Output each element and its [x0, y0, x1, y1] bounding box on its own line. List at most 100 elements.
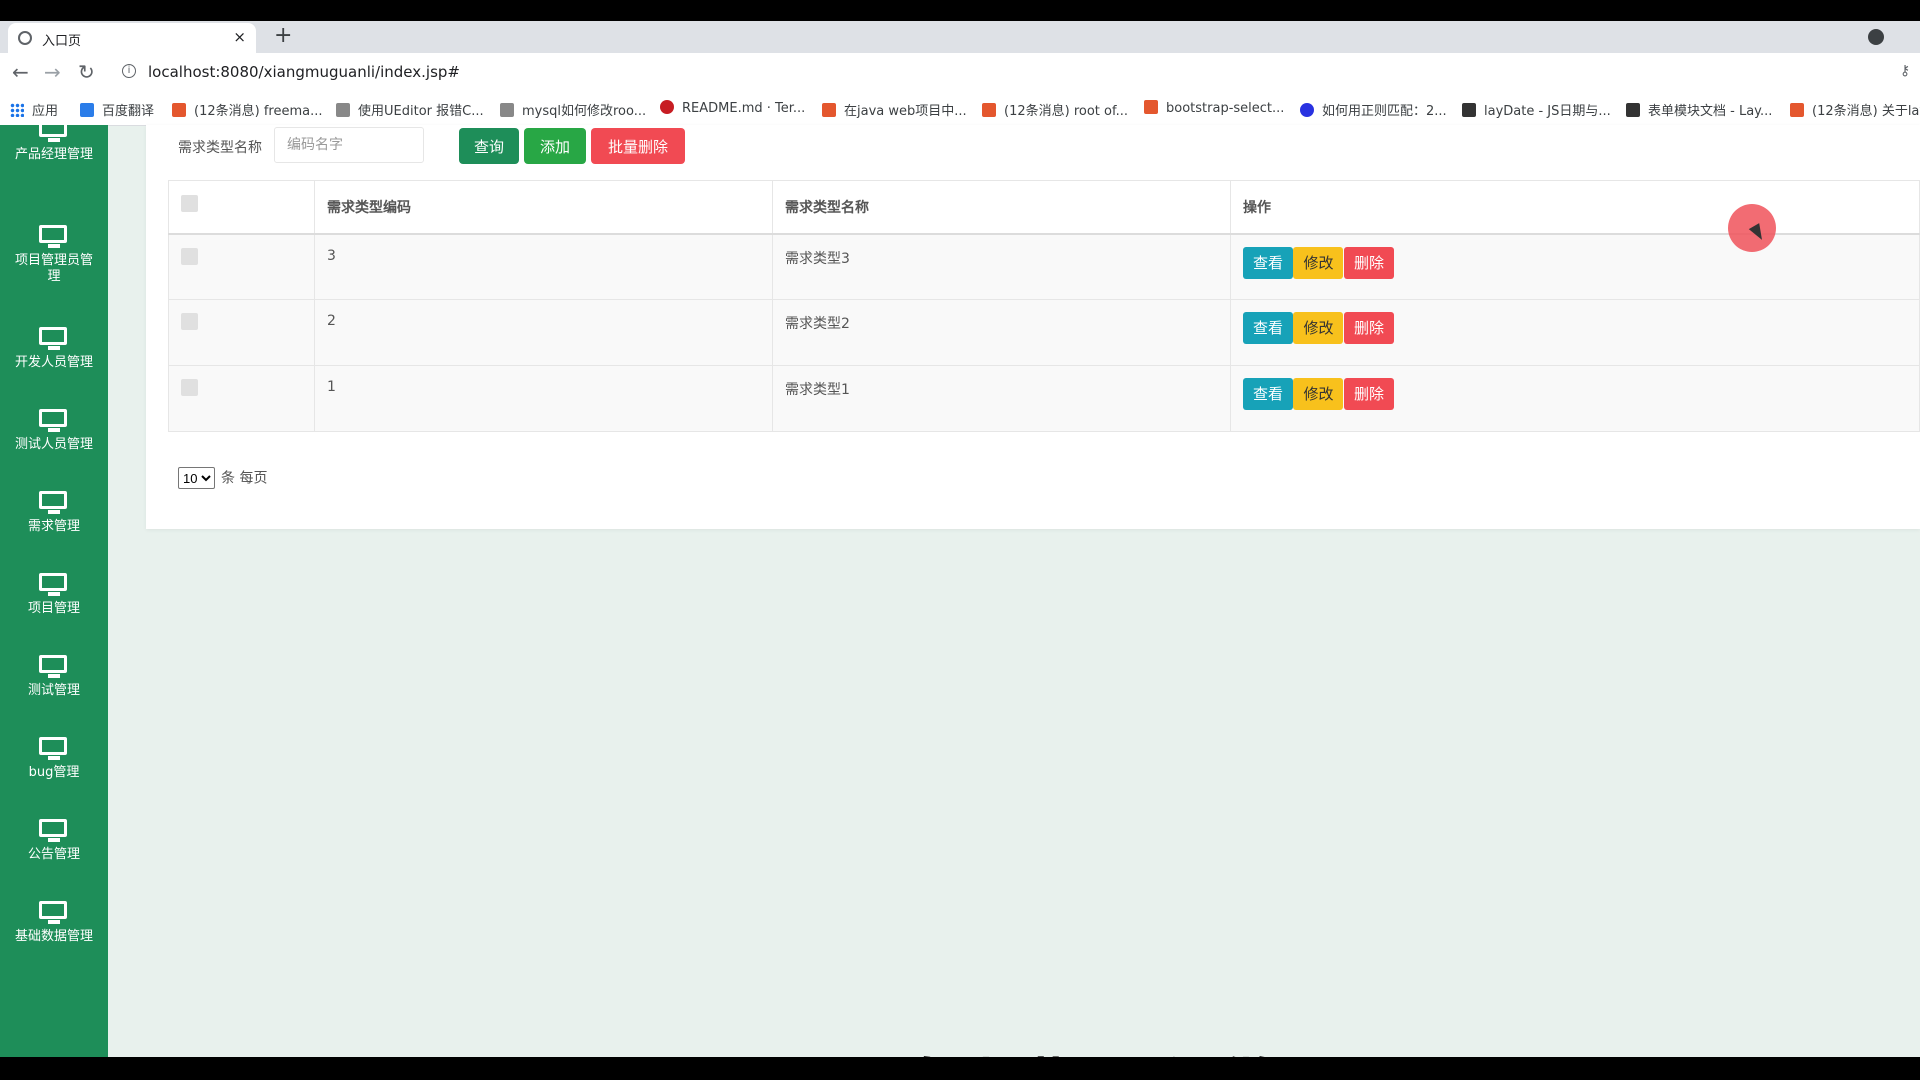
browser-toolbar: ← → ↻ i localhost:8080/xiangmuguanli/ind…	[0, 53, 1920, 91]
search-label: 需求类型名称	[178, 140, 262, 156]
cell-code: 1	[314, 365, 773, 432]
query-button[interactable]: 查询	[459, 128, 519, 164]
bookmark-item[interactable]: 使用UEditor 报错C...	[336, 100, 484, 119]
monitor-icon	[39, 327, 69, 350]
row-checkbox[interactable]	[181, 247, 198, 265]
cell-name: 需求类型2	[772, 299, 1231, 366]
sidebar-item-testing[interactable]: 测试管理	[0, 655, 108, 699]
bookmark-item[interactable]: 百度翻译	[80, 100, 154, 119]
tab-close-icon[interactable]: ×	[233, 28, 246, 46]
select-all-cell	[168, 180, 315, 235]
column-header: 操作	[1230, 180, 1920, 235]
background-watermark-text: 专业指导代做	[900, 1039, 1284, 1057]
page-size-select[interactable]: 10	[178, 467, 215, 489]
profile-icon[interactable]	[1868, 29, 1884, 45]
new-tab-icon[interactable]: +	[274, 23, 292, 48]
view-button[interactable]: 查看	[1243, 246, 1294, 279]
sidebar-item-product-manager[interactable]: 产品经理管理	[0, 119, 108, 163]
add-button[interactable]: 添加	[524, 128, 586, 164]
app-sidebar: 产品经理管理 项目管理员管理 开发人员管理 测试人员管理 需求管理 项目管理 测…	[0, 119, 108, 1057]
cell-code: 2	[314, 299, 773, 366]
layui-icon	[1626, 103, 1640, 117]
reload-icon[interactable]: ↻	[78, 60, 95, 84]
monitor-icon	[39, 409, 69, 432]
monitor-icon	[39, 225, 69, 248]
cell-code: 3	[314, 233, 773, 300]
browser-tab[interactable]: 入口页 ×	[8, 23, 256, 53]
bookmark-item[interactable]: mysql如何修改roo...	[500, 100, 646, 119]
bookmark-item[interactable]: (12条消息) root of...	[982, 100, 1128, 119]
page-size-suffix: 条 每页	[221, 470, 268, 487]
browser-window: 入口页 × + ← → ↻ i localhost:8080/xiangmugu…	[0, 21, 1920, 1057]
edit-button[interactable]: 修改	[1293, 312, 1344, 344]
monitor-icon	[39, 573, 69, 596]
row-checkbox[interactable]	[181, 313, 198, 330]
csdn-icon	[822, 103, 836, 117]
sidebar-item-basic-data[interactable]: 基础数据管理	[0, 901, 108, 945]
bookmark-item[interactable]: 如何用正则匹配：2...	[1300, 100, 1447, 119]
batch-delete-button[interactable]: 批量删除	[591, 128, 685, 164]
bookmarks-bar: 应用 百度翻译 (12条消息) freema... 使用UEditor 报错C.…	[0, 91, 1920, 126]
jianshu-icon	[1144, 100, 1158, 114]
bookmark-item[interactable]: README.md · Ter...	[660, 100, 805, 116]
bookmark-item[interactable]: 在java web项目中...	[822, 100, 967, 119]
search-input[interactable]	[274, 127, 424, 163]
column-header: 需求类型编码	[314, 180, 773, 235]
apps-icon	[10, 103, 24, 117]
sidebar-item-project-admin[interactable]: 项目管理员管理	[0, 225, 108, 285]
csdn-icon	[172, 103, 186, 117]
column-header: 需求类型名称	[772, 180, 1231, 235]
bookmark-item[interactable]: (12条消息) freema...	[172, 100, 322, 119]
cell-name: 需求类型3	[772, 233, 1231, 300]
gitee-icon	[660, 100, 674, 114]
sidebar-item-developer[interactable]: 开发人员管理	[0, 327, 108, 371]
view-button[interactable]: 查看	[1243, 312, 1294, 344]
content-panel: 需求类型名称 查询 添加 批量删除 需求类型编码 需求类型名称 操作 3	[146, 125, 1920, 529]
sidebar-item-project[interactable]: 项目管理	[0, 573, 108, 617]
bookmark-site-icon	[500, 103, 514, 117]
translate-icon	[80, 103, 94, 117]
bookmark-item[interactable]: 表单模块文档 - Lay...	[1626, 100, 1772, 119]
forward-icon[interactable]: →	[44, 60, 61, 84]
sidebar-item-notice[interactable]: 公告管理	[0, 819, 108, 863]
select-all-checkbox[interactable]	[181, 195, 198, 212]
edit-button[interactable]: 修改	[1293, 246, 1344, 279]
address-bar[interactable]: i localhost:8080/xiangmuguanli/index.jsp…	[110, 57, 1900, 87]
table-header-row: 需求类型编码 需求类型名称 操作	[168, 180, 1920, 235]
table-row: 3 需求类型3 查看 修改 删除	[168, 233, 1920, 300]
back-icon[interactable]: ←	[12, 60, 29, 84]
monitor-icon	[39, 901, 69, 924]
bookmark-apps[interactable]: 应用	[10, 100, 58, 119]
bookmark-site-icon	[336, 103, 350, 117]
page-size-control: 10 条 每页	[178, 467, 267, 489]
csdn-icon	[1790, 103, 1804, 117]
data-table: 需求类型编码 需求类型名称 操作 3 需求类型3 查看 修改 删除 2 需求类型…	[168, 180, 1920, 432]
view-button[interactable]: 查看	[1243, 378, 1294, 410]
key-icon[interactable]: ⚷	[1900, 63, 1910, 79]
delete-button[interactable]: 删除	[1343, 312, 1394, 344]
csdn-icon	[982, 103, 996, 117]
cell-actions: 查看 修改 删除	[1230, 299, 1920, 366]
table-row: 2 需求类型2 查看 修改 删除	[168, 299, 1920, 366]
row-checkbox[interactable]	[181, 379, 198, 396]
delete-button[interactable]: 删除	[1343, 378, 1394, 410]
table-row: 1 需求类型1 查看 修改 删除	[168, 365, 1920, 432]
monitor-icon	[39, 737, 69, 760]
edit-button[interactable]: 修改	[1293, 378, 1344, 410]
monitor-icon	[39, 655, 69, 678]
tab-strip: 入口页 × +	[0, 21, 1920, 53]
bookmark-item[interactable]: (12条消息) 关于lay	[1790, 100, 1920, 119]
cell-actions: 查看 修改 删除	[1230, 233, 1920, 300]
cell-actions: 查看 修改 删除	[1230, 365, 1920, 432]
delete-button[interactable]: 删除	[1343, 246, 1394, 279]
url-text: localhost:8080/xiangmuguanli/index.jsp#	[148, 63, 460, 81]
bookmark-item[interactable]: layDate - JS日期与...	[1462, 100, 1611, 119]
sidebar-item-bug[interactable]: bug管理	[0, 737, 108, 781]
sidebar-item-tester[interactable]: 测试人员管理	[0, 409, 108, 453]
cell-name: 需求类型1	[772, 365, 1231, 432]
info-icon[interactable]: i	[122, 64, 136, 78]
monitor-icon	[39, 491, 69, 514]
bookmark-item[interactable]: bootstrap-select...	[1144, 100, 1284, 116]
globe-icon	[18, 31, 32, 45]
sidebar-item-requirement[interactable]: 需求管理	[0, 491, 108, 535]
